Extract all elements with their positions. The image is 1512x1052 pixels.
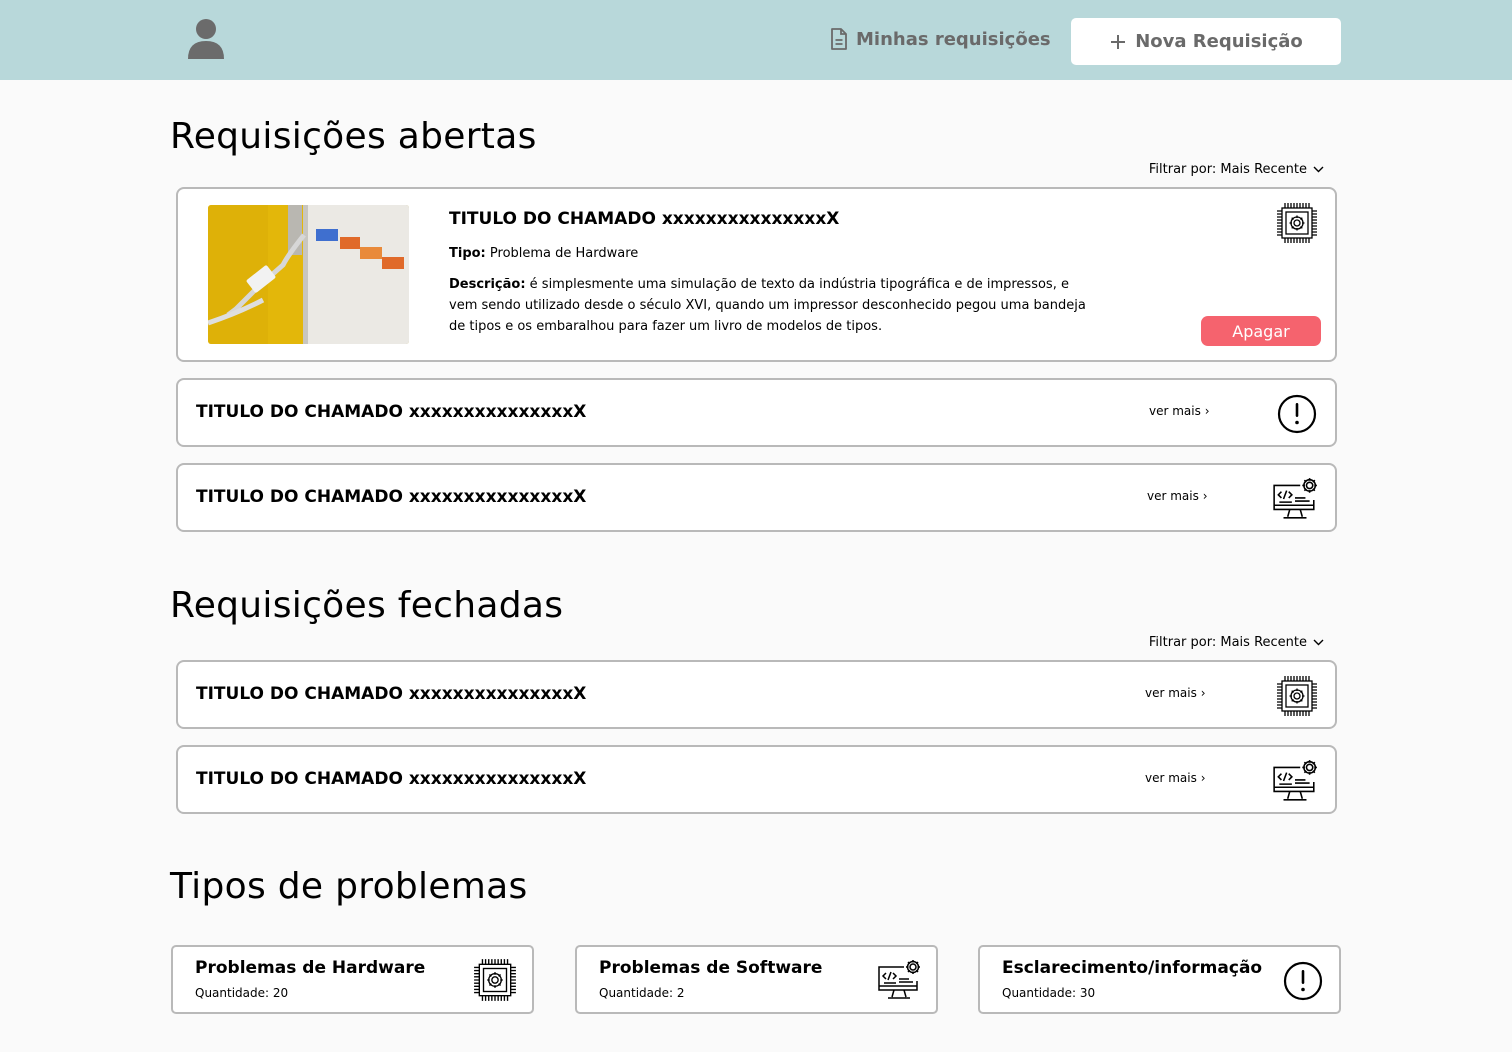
problem-type-name: Problemas de Hardware	[195, 958, 426, 978]
problem-type-quantity: Quantidade: 2	[599, 986, 685, 1000]
request-title: TITULO DO CHAMADO xxxxxxxxxxxxxxxX	[196, 402, 587, 422]
request-type: Tipo: Problema de Hardware	[449, 246, 638, 261]
request-row[interactable]: TITULO DO CHAMADO xxxxxxxxxxxxxxxX ver m…	[176, 745, 1337, 814]
delete-button[interactable]: Apagar	[1201, 316, 1321, 346]
plus-icon	[1111, 34, 1126, 49]
problem-type-quantity: Quantidade: 30	[1002, 986, 1096, 1000]
descricao-value: é simplesmente uma simulação de texto da…	[449, 277, 1086, 334]
chevron-down-icon	[1313, 166, 1324, 173]
software-monitor-icon	[1271, 475, 1319, 523]
see-more-link[interactable]: ver mais ›	[1145, 771, 1206, 785]
request-title: TITULO DO CHAMADO xxxxxxxxxxxxxxxX	[196, 684, 587, 704]
request-row[interactable]: TITULO DO CHAMADO xxxxxxxxxxxxxxxX ver m…	[176, 463, 1337, 532]
descricao-label: Descrição:	[449, 277, 526, 292]
hardware-chip-icon	[1275, 674, 1319, 718]
request-title: TITULO DO CHAMADO xxxxxxxxxxxxxxxX	[196, 769, 587, 789]
problem-type-quantity: Quantidade: 20	[195, 986, 289, 1000]
problem-type-card-software[interactable]: Problemas de Software Quantidade: 2	[575, 945, 938, 1014]
request-row[interactable]: TITULO DO CHAMADO xxxxxxxxxxxxxxxX ver m…	[176, 378, 1337, 447]
request-title: TITULO DO CHAMADO xxxxxxxxxxxxxxxX	[449, 209, 840, 229]
alert-icon	[1281, 959, 1325, 1003]
tipo-label: Tipo:	[449, 246, 486, 261]
my-requests-link[interactable]: Minhas requisições	[830, 28, 1051, 50]
open-requests-title: Requisições abertas	[170, 116, 537, 157]
alert-icon	[1275, 392, 1319, 436]
closed-requests-filter[interactable]: Filtrar por: Mais Recente	[1149, 635, 1324, 650]
new-request-button[interactable]: Nova Requisição	[1071, 18, 1341, 65]
featured-request-card[interactable]: TITULO DO CHAMADO xxxxxxxxxxxxxxxX Tipo:…	[176, 187, 1337, 362]
request-photo	[208, 205, 409, 344]
chevron-down-icon	[1313, 639, 1324, 646]
software-monitor-icon	[876, 957, 922, 1003]
open-requests-filter[interactable]: Filtrar por: Mais Recente	[1149, 162, 1324, 177]
filter-label: Filtrar por: Mais Recente	[1148, 635, 1307, 650]
request-title: TITULO DO CHAMADO xxxxxxxxxxxxxxxX	[196, 487, 587, 507]
request-description: Descrição: é simplesmente uma simulação …	[449, 274, 1099, 337]
see-more-link[interactable]: ver mais ›	[1147, 489, 1208, 503]
closed-requests-title: Requisições fechadas	[170, 585, 564, 626]
problem-type-name: Problemas de Software	[599, 958, 823, 978]
user-avatar-icon[interactable]	[186, 18, 226, 60]
software-monitor-icon	[1271, 757, 1319, 805]
see-more-link[interactable]: ver mais ›	[1145, 686, 1206, 700]
problem-types-title: Tipos de problemas	[170, 866, 528, 907]
request-row[interactable]: TITULO DO CHAMADO xxxxxxxxxxxxxxxX ver m…	[176, 660, 1337, 729]
problem-type-card-information[interactable]: Esclarecimento/informação Quantidade: 30	[978, 945, 1341, 1014]
document-icon	[831, 28, 847, 50]
hardware-chip-icon	[1275, 201, 1319, 245]
top-bar: Minhas requisições Nova Requisição	[0, 0, 1512, 80]
filter-label: Filtrar por: Mais Recente	[1148, 162, 1307, 177]
tipo-value: Problema de Hardware	[489, 246, 639, 261]
see-more-link[interactable]: ver mais ›	[1149, 404, 1210, 418]
problem-type-card-hardware[interactable]: Problemas de Hardware Quantidade: 20	[171, 945, 534, 1014]
new-request-label: Nova Requisição	[1135, 31, 1303, 52]
hardware-chip-icon	[472, 957, 518, 1003]
my-requests-label: Minhas requisições	[856, 28, 1051, 50]
problem-type-name: Esclarecimento/informação	[1002, 958, 1263, 978]
